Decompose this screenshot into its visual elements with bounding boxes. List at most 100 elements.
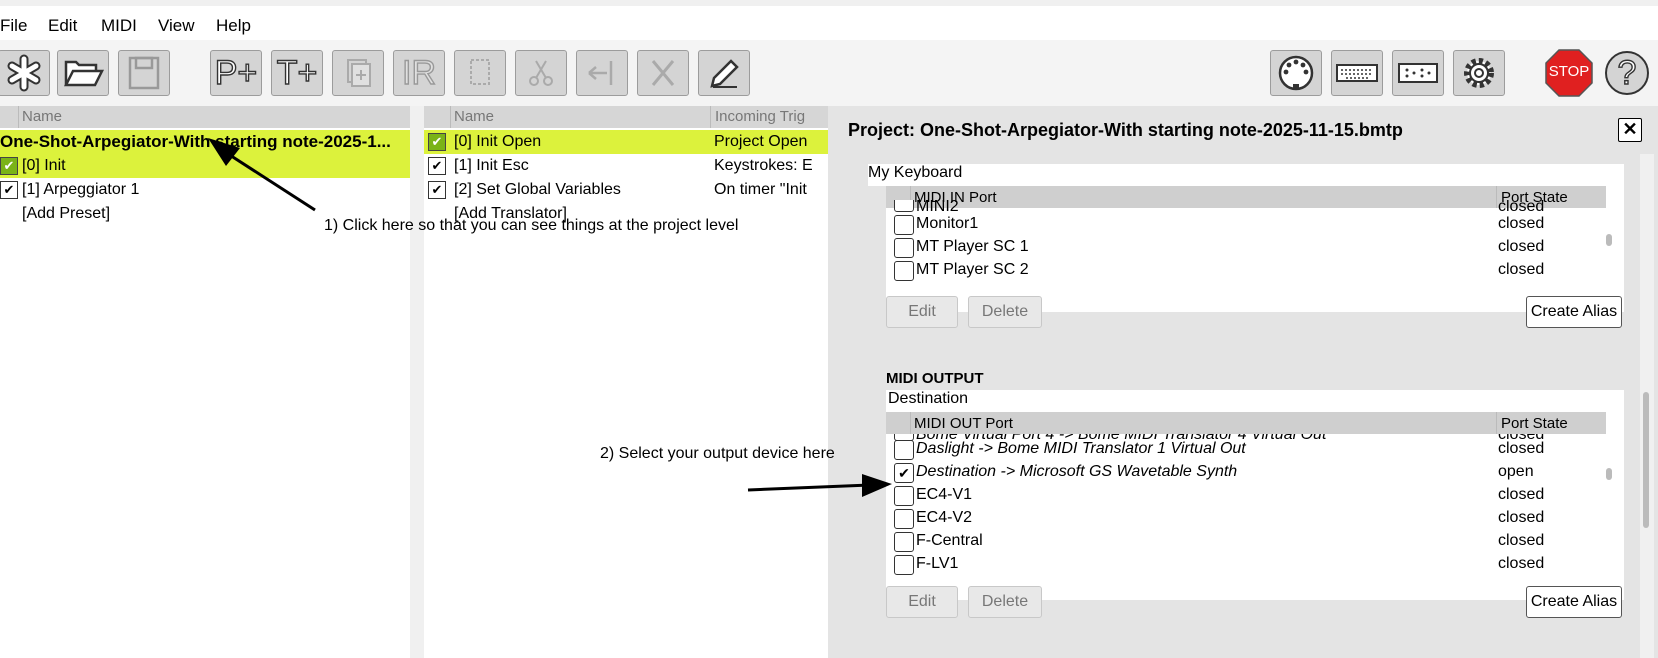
menu-midi[interactable]: MIDI (101, 16, 137, 36)
new-preset-button[interactable]: P+ (210, 50, 262, 96)
panel-splitter[interactable] (410, 106, 424, 658)
port-state: closed (1498, 261, 1545, 278)
port-state: closed (1498, 532, 1545, 549)
port-state: closed (1498, 238, 1545, 255)
translator-row-set-globals[interactable]: ✔ [2] Set Global Variables On timer "Ini… (424, 178, 828, 202)
output-delete-button[interactable]: Delete (968, 586, 1042, 618)
add-preset-link[interactable]: [Add Preset] (22, 202, 322, 226)
panel-scrollbar[interactable] (1640, 154, 1654, 658)
menu-help[interactable]: Help (216, 16, 251, 36)
translator-trigger: Project Open (714, 133, 808, 150)
copy-icon (470, 59, 490, 85)
asterisk-icon (7, 54, 41, 92)
midi-out-port-row[interactable]: EC4-V2 closed (886, 506, 1636, 530)
midi-out-port-header: MIDI OUT Port (914, 415, 1013, 432)
midi-out-port-row[interactable]: F-LV1 closed (886, 552, 1636, 576)
input-create-alias-button[interactable]: Create Alias (1526, 296, 1622, 328)
port-checkbox[interactable] (894, 555, 914, 575)
preset-enabled-checkbox[interactable]: ✔ (0, 157, 18, 175)
delete-button[interactable] (637, 50, 689, 96)
output-create-alias-button[interactable]: Create Alias (1526, 586, 1622, 618)
port-checkbox[interactable] (894, 200, 914, 212)
duplicate-button[interactable] (332, 50, 384, 96)
midi-out-port-row-selected[interactable]: ✔ Destination -> Microsoft GS Wavetable … (886, 460, 1636, 484)
port-checkbox[interactable] (894, 215, 914, 235)
port-state: closed (1498, 555, 1545, 572)
menu-edit[interactable]: Edit (48, 16, 77, 36)
menu-bar: File Edit MIDI View Help (0, 6, 1658, 40)
translator-enabled-checkbox[interactable]: ✔ (428, 157, 446, 175)
copy-button[interactable] (454, 50, 506, 96)
port-name: EC4-V2 (916, 509, 973, 526)
keyboard-icon (1336, 64, 1378, 82)
translator-trigger: Keystrokes: E (714, 157, 813, 174)
translator-label: [0] Init Open (454, 133, 542, 150)
input-alias-label: My Keyboard (868, 164, 963, 181)
port-name: EC4-V1 (916, 486, 973, 503)
stop-button[interactable]: STOP (1544, 48, 1594, 98)
port-name: MT Player SC 1 (916, 238, 1029, 255)
midi-in-scrollbar-thumb[interactable] (1606, 234, 1612, 246)
midi-in-port-row[interactable]: Monitor1 closed (886, 212, 1636, 236)
settings-button[interactable] (1453, 50, 1505, 96)
toolbar: P+ T+ IR STOP ? (0, 40, 1658, 106)
midi-in-port-row[interactable]: MT Player SC 1 closed (886, 235, 1636, 259)
port-name: F-LV1 (916, 555, 959, 572)
translator-enabled-checkbox[interactable]: ✔ (428, 133, 446, 151)
keyboard-button[interactable] (1331, 50, 1383, 96)
new-translator-button[interactable]: T+ (271, 50, 323, 96)
project-name: One-Shot-Arpegiator-With starting note-2… (0, 132, 391, 151)
preset-column-header: Name (0, 106, 410, 128)
preset-enabled-checkbox[interactable]: ✔ (0, 181, 18, 199)
panel-scrollbar-thumb[interactable] (1643, 392, 1649, 528)
translator-row-init-open[interactable]: ✔ [0] Init Open Project Open (424, 130, 828, 154)
port-checkbox[interactable] (894, 486, 914, 506)
port-name: Monitor1 (916, 215, 979, 232)
port-checkbox[interactable]: ✔ (894, 463, 914, 483)
event-monitor-button[interactable] (1392, 50, 1444, 96)
preset-row-init[interactable]: ✔ [0] Init (0, 154, 410, 178)
input-edit-button[interactable]: Edit (886, 296, 958, 328)
midi-output-heading: MIDI OUTPUT (886, 370, 984, 387)
preset-list-panel: Name One-Shot-Arpegiator-With starting n… (0, 106, 410, 658)
port-checkbox[interactable] (894, 532, 914, 552)
open-project-button[interactable] (57, 50, 109, 96)
translator-enabled-checkbox[interactable]: ✔ (428, 181, 446, 199)
menu-file[interactable]: File (0, 16, 27, 36)
output-edit-button[interactable]: Edit (886, 586, 958, 618)
midi-din-icon (1278, 55, 1314, 91)
incoming-trigger-header: Incoming Trig (710, 106, 805, 128)
midi-out-scrollbar-thumb[interactable] (1606, 468, 1612, 480)
save-icon (128, 56, 160, 90)
output-alias-row[interactable]: Destination (886, 390, 1624, 412)
paste-button[interactable] (576, 50, 628, 96)
preset-row-arpeggiator[interactable]: ✔ [1] Arpeggiator 1 (0, 178, 410, 202)
port-checkbox[interactable] (894, 440, 914, 460)
midi-ports-button[interactable] (1270, 50, 1322, 96)
project-panel-title: Project: One-Shot-Arpegiator-With starti… (848, 120, 1403, 140)
translator-label: [2] Set Global Variables (454, 181, 621, 198)
input-alias-row[interactable]: My Keyboard (868, 164, 1624, 186)
midi-out-port-row[interactable]: F-Central closed (886, 529, 1636, 553)
close-icon[interactable]: ✕ (1618, 118, 1642, 142)
translator-row-init-esc[interactable]: ✔ [1] Init Esc Keystrokes: E (424, 154, 828, 178)
pencil-icon (710, 59, 739, 88)
incoming-routing-button[interactable]: IR (393, 50, 445, 96)
port-state: open (1498, 463, 1534, 480)
rename-button[interactable] (698, 50, 750, 96)
port-checkbox[interactable] (894, 261, 914, 281)
help-button[interactable]: ? (1604, 48, 1650, 98)
midi-out-port-row[interactable]: Daslight -> Bome MIDI Translator 1 Virtu… (886, 437, 1636, 461)
save-project-button[interactable] (118, 50, 170, 96)
new-project-button[interactable] (0, 50, 50, 96)
menu-view[interactable]: View (158, 16, 195, 36)
port-checkbox[interactable] (894, 509, 914, 529)
project-row[interactable]: One-Shot-Arpegiator-With starting note-2… (0, 130, 410, 154)
midi-out-port-row[interactable]: EC4-V1 closed (886, 483, 1636, 507)
cut-button[interactable] (515, 50, 567, 96)
midi-in-port-row[interactable]: MT Player SC 2 closed (886, 258, 1636, 282)
port-state: closed (1498, 215, 1545, 232)
monitor-dots-icon (1398, 63, 1438, 83)
port-checkbox[interactable] (894, 238, 914, 258)
input-delete-button[interactable]: Delete (968, 296, 1042, 328)
